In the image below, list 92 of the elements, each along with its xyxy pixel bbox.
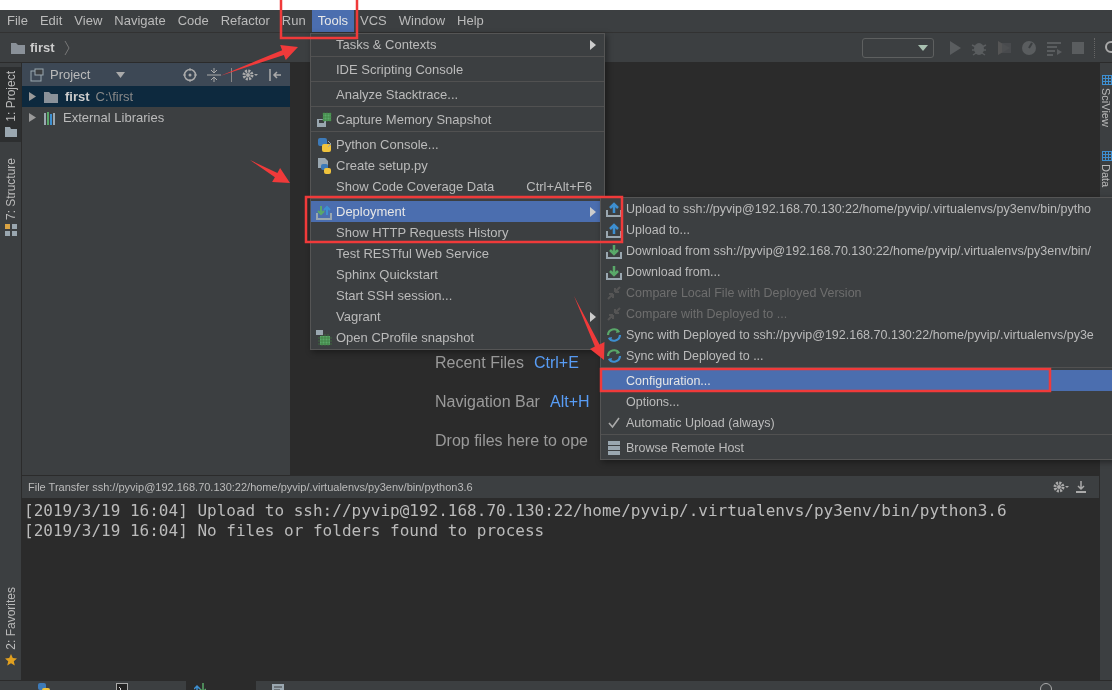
memory-snapshot-icon xyxy=(315,111,332,128)
tree-item[interactable]: External Libraries xyxy=(22,107,290,128)
download-icon xyxy=(605,263,622,280)
tool-window-tab[interactable]: Data xyxy=(1100,150,1112,188)
submenu-arrow-icon xyxy=(590,39,596,50)
sync-icon xyxy=(605,326,622,343)
menu-item[interactable]: Refactor xyxy=(214,10,276,32)
shortcut-hint: Ctrl+E xyxy=(533,353,579,373)
collapse-all-icon[interactable] xyxy=(207,67,221,82)
python-file-icon xyxy=(315,157,332,174)
menu-item[interactable]: Window xyxy=(392,10,452,32)
hint-label: Navigation Bar xyxy=(435,392,540,412)
menu-item[interactable]: IDE Scripting Console xyxy=(311,59,604,80)
menu-item[interactable]: Run xyxy=(275,10,312,32)
settings-icon[interactable] xyxy=(1053,480,1069,494)
menu-item[interactable]: Options... xyxy=(601,391,1112,412)
download-icon[interactable] xyxy=(1075,480,1087,494)
menu-item[interactable]: Navigate xyxy=(108,10,172,32)
menu-item[interactable]: VCS xyxy=(354,10,393,32)
table-icon xyxy=(1102,150,1112,161)
caret-icon xyxy=(116,71,126,78)
menu-item[interactable]: Tasks & Contexts xyxy=(311,34,604,55)
menu-item[interactable]: Configuration... xyxy=(601,370,1112,391)
shortcut-hint: Alt+H xyxy=(549,392,590,412)
menu-item[interactable]: Vagrant xyxy=(311,306,604,327)
python-icon xyxy=(315,136,332,153)
menu-item[interactable]: View xyxy=(68,10,109,32)
menu-item[interactable]: Upload to ssh://pyvip@192.168.70.130:22/home/pyvip/.virtualenvs/py3env/bin/pytho xyxy=(601,198,1112,219)
menu-item[interactable]: Create setup.py xyxy=(311,155,604,176)
hide-panel-icon[interactable] xyxy=(268,67,282,82)
menu-item[interactable]: Help xyxy=(451,10,490,32)
hint-label: Drop files here to ope xyxy=(435,431,588,451)
tool-window-tab[interactable]: 7: Structure xyxy=(0,153,21,240)
menu-item[interactable]: Test RESTful Web Service xyxy=(311,243,604,264)
submenu-arrow-icon xyxy=(590,206,596,217)
chip-icon xyxy=(315,329,332,346)
tool-window-tab[interactable]: 1: Project xyxy=(0,67,21,142)
menu-item[interactable]: Python Console... xyxy=(311,134,604,155)
download-icon xyxy=(605,242,622,259)
menu-item[interactable]: File xyxy=(1,10,34,32)
target-icon[interactable] xyxy=(183,67,197,82)
menu-item[interactable]: Code xyxy=(171,10,215,32)
tool-window-title: File Transfer ssh://pyvip@192.168.70.130:22/home/pyvip/.virtualenvs/py3env/bin/python3.6 xyxy=(28,481,474,493)
menu-item[interactable]: Capture Memory Snapshot xyxy=(311,109,604,130)
console-line: [2019/3/19 16:04] No files or folders found to process xyxy=(24,521,546,541)
view-selector[interactable]: Project xyxy=(30,67,126,82)
menu-item[interactable]: Tools xyxy=(311,10,355,32)
menu-item[interactable]: Show Code Coverage Data Ctrl+Alt+F6 xyxy=(311,176,604,197)
deployment-icon xyxy=(315,203,332,220)
tree-item[interactable]: first C:\first xyxy=(22,86,290,107)
caret-icon xyxy=(918,44,928,51)
folder-icon xyxy=(4,125,17,138)
tool-window-tab[interactable]: SciView xyxy=(1100,75,1112,127)
structure-icon xyxy=(4,223,17,236)
run-configuration-dropdown[interactable] xyxy=(862,37,934,58)
folder-icon xyxy=(10,40,26,55)
menu-item[interactable]: Download from ssh://pyvip@192.168.70.130:22/home/pyvip/.virtualenvs/py3env/bin/ xyxy=(601,240,1112,261)
menu-item[interactable]: Automatic Upload (always) xyxy=(601,412,1112,433)
menu-item[interactable]: Analyze Stacktrace... xyxy=(311,84,604,105)
breadcrumb-item[interactable]: first xyxy=(10,40,55,55)
menu-item[interactable]: Download from... xyxy=(601,261,1112,282)
upload-icon xyxy=(605,221,622,238)
sync-icon xyxy=(605,347,622,364)
table-icon xyxy=(1102,75,1112,85)
annotation-arrow xyxy=(250,160,290,183)
menu-item[interactable]: Sync with Deployed to ... xyxy=(601,345,1112,366)
compare-icon xyxy=(605,305,622,322)
shortcut-label: Ctrl+Alt+F6 xyxy=(525,179,593,194)
console-line: [2019/3/19 16:04] Upload to ssh://pyvip@192.168.70.130:22/home/pyvip/.virtualenvs/py3env/bin/python3.6 xyxy=(24,501,1008,521)
menu-item[interactable]: Show HTTP Requests History xyxy=(311,222,604,243)
expand-arrow-icon[interactable] xyxy=(28,113,37,122)
compare-icon xyxy=(605,284,622,301)
star-icon xyxy=(4,654,17,666)
checkmark-icon xyxy=(607,416,620,429)
menu-item[interactable]: Open CProfile snapshot xyxy=(311,327,604,348)
menu-item[interactable]: Sync with Deployed to ssh://pyvip@192.168.70.130:22/home/pyvip/.virtualenvs/py3e xyxy=(601,324,1112,345)
chevron-icon xyxy=(63,39,70,56)
upload-icon xyxy=(605,200,622,217)
menu-item[interactable]: Start SSH session... xyxy=(311,285,604,306)
hint-label: Recent Files xyxy=(435,353,524,373)
menu-item[interactable]: Sphinx Quickstart xyxy=(311,264,604,285)
tool-window-tab[interactable]: 2: Favorites xyxy=(0,583,21,670)
project-view-icon xyxy=(30,67,44,82)
expand-arrow-icon[interactable] xyxy=(28,92,37,101)
menu-item[interactable]: Browse Remote Host xyxy=(601,437,1112,458)
menu-item[interactable]: Edit xyxy=(33,10,69,32)
submenu-arrow-icon xyxy=(590,311,596,322)
settings-icon[interactable] xyxy=(242,67,258,82)
folder-icon xyxy=(43,89,59,104)
menu-item[interactable]: Upload to... xyxy=(601,219,1112,240)
server-icon xyxy=(606,439,621,456)
library-icon xyxy=(43,110,57,125)
